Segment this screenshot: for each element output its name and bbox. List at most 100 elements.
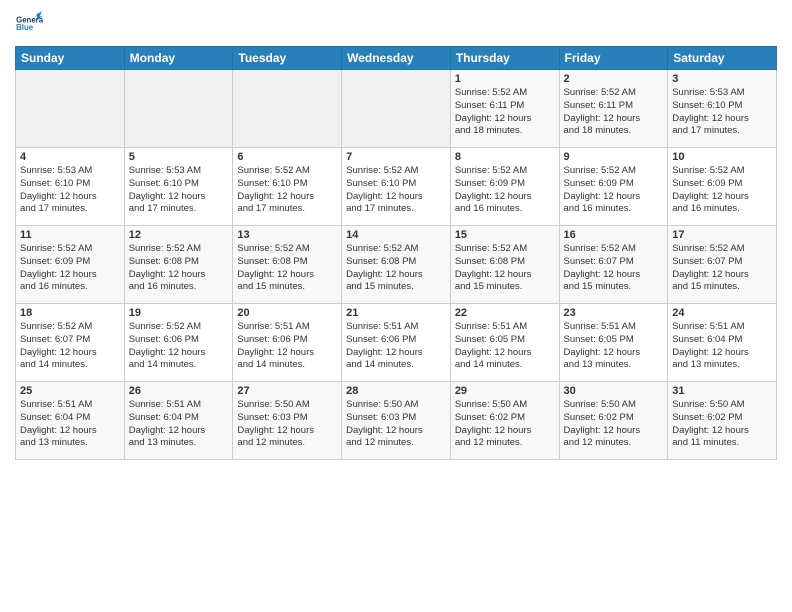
calendar-cell-w3-d3: 13Sunrise: 5:52 AM Sunset: 6:08 PM Dayli… — [233, 226, 342, 304]
day-info: Sunrise: 5:51 AM Sunset: 6:06 PM Dayligh… — [237, 321, 337, 372]
day-number: 29 — [455, 385, 555, 397]
day-info: Sunrise: 5:51 AM Sunset: 6:04 PM Dayligh… — [672, 321, 772, 372]
calendar-cell-w1-d2 — [124, 70, 233, 148]
calendar-cell-w1-d1 — [16, 70, 125, 148]
day-info: Sunrise: 5:52 AM Sunset: 6:09 PM Dayligh… — [455, 165, 555, 216]
calendar-cell-w2-d7: 10 Sunrise: 5:52 AM Sunset: 6:09 PM Dayli… — [668, 148, 777, 226]
day-number: 13 — [237, 229, 337, 241]
day-info: Sunrise: 5:52 AM Sunset: 6:08 PM Dayligh… — [129, 243, 229, 294]
weekday-tuesday: Tuesday — [233, 47, 342, 70]
day-info: Sunrise: 5:53 AM Sunset: 6:10 PM Dayligh… — [20, 165, 120, 216]
day-number: 12 — [129, 229, 229, 241]
day-number: 4 — [20, 151, 120, 163]
calendar-cell-w5-d3: 27Sunrise: 5:50 AM Sunset: 6:03 PM Dayli… — [233, 382, 342, 460]
day-number: 27 — [237, 385, 337, 397]
calendar-cell-w1-d6: 2Sunrise: 5:52 AM Sunset: 6:11 PM Daylig… — [559, 70, 668, 148]
calendar-cell-w2-d4: 7 Sunrise: 5:52 AM Sunset: 6:10 PM Daylig… — [342, 148, 451, 226]
day-number: 10 — [672, 151, 772, 163]
day-info: Sunrise: 5:51 AM Sunset: 6:04 PM Dayligh… — [129, 399, 229, 450]
calendar-cell-w5-d6: 30 Sunrise: 5:50 AM Sunset: 6:02 PM Dayli… — [559, 382, 668, 460]
calendar-cell-w3-d7: 17 Sunrise: 5:52 AM Sunset: 6:07 PM Dayli… — [668, 226, 777, 304]
day-number: 30 — [564, 385, 664, 397]
week-row-3: 11 Sunrise: 5:52 AM Sunset: 6:09 PM Dayli… — [16, 226, 777, 304]
calendar-cell-w4-d4: 21Sunrise: 5:51 AM Sunset: 6:06 PM Dayli… — [342, 304, 451, 382]
calendar-cell-w3-d5: 15Sunrise: 5:52 AM Sunset: 6:08 PM Dayli… — [450, 226, 559, 304]
calendar-cell-w1-d5: 1 Sunrise: 5:52 AM Sunset: 6:11 PM Daylig… — [450, 70, 559, 148]
day-number: 9 — [564, 151, 664, 163]
day-info: Sunrise: 5:53 AM Sunset: 6:10 PM Dayligh… — [129, 165, 229, 216]
day-info: Sunrise: 5:52 AM Sunset: 6:07 PM Dayligh… — [564, 243, 664, 294]
calendar-cell-w2-d1: 4 Sunrise: 5:53 AM Sunset: 6:10 PM Daylig… — [16, 148, 125, 226]
day-info: Sunrise: 5:52 AM Sunset: 6:09 PM Dayligh… — [20, 243, 120, 294]
day-info: Sunrise: 5:50 AM Sunset: 6:02 PM Dayligh… — [564, 399, 664, 450]
calendar-cell-w2-d5: 8 Sunrise: 5:52 AM Sunset: 6:09 PM Daylig… — [450, 148, 559, 226]
day-info: Sunrise: 5:51 AM Sunset: 6:05 PM Dayligh… — [455, 321, 555, 372]
calendar-cell-w1-d3 — [233, 70, 342, 148]
weekday-saturday: Saturday — [668, 47, 777, 70]
calendar-cell-w3-d2: 12 Sunrise: 5:52 AM Sunset: 6:08 PM Dayli… — [124, 226, 233, 304]
weekday-header-row: SundayMondayTuesdayWednesdayThursdayFrid… — [16, 47, 777, 70]
calendar-cell-w4-d2: 19 Sunrise: 5:52 AM Sunset: 6:06 PM Dayli… — [124, 304, 233, 382]
day-number: 7 — [346, 151, 446, 163]
calendar-cell-w5-d4: 28 Sunrise: 5:50 AM Sunset: 6:03 PM Dayli… — [342, 382, 451, 460]
calendar-cell-w5-d1: 25 Sunrise: 5:51 AM Sunset: 6:04 PM Dayli… — [16, 382, 125, 460]
svg-text:Blue: Blue — [16, 23, 34, 32]
day-number: 20 — [237, 307, 337, 319]
day-info: Sunrise: 5:52 AM Sunset: 6:09 PM Dayligh… — [672, 165, 772, 216]
week-row-4: 18 Sunrise: 5:52 AM Sunset: 6:07 PM Dayli… — [16, 304, 777, 382]
day-info: Sunrise: 5:51 AM Sunset: 6:04 PM Dayligh… — [20, 399, 120, 450]
weekday-friday: Friday — [559, 47, 668, 70]
calendar-cell-w1-d4 — [342, 70, 451, 148]
day-number: 25 — [20, 385, 120, 397]
calendar-cell-w4-d3: 20 Sunrise: 5:51 AM Sunset: 6:06 PM Dayli… — [233, 304, 342, 382]
weekday-sunday: Sunday — [16, 47, 125, 70]
day-info: Sunrise: 5:53 AM Sunset: 6:10 PM Dayligh… — [672, 87, 772, 138]
day-info: Sunrise: 5:52 AM Sunset: 6:06 PM Dayligh… — [129, 321, 229, 372]
weekday-monday: Monday — [124, 47, 233, 70]
calendar-cell-w3-d4: 14 Sunrise: 5:52 AM Sunset: 6:08 PM Dayli… — [342, 226, 451, 304]
day-info: Sunrise: 5:50 AM Sunset: 6:02 PM Dayligh… — [455, 399, 555, 450]
day-number: 8 — [455, 151, 555, 163]
calendar-cell-w3-d6: 16 Sunrise: 5:52 AM Sunset: 6:07 PM Dayli… — [559, 226, 668, 304]
calendar-cell-w5-d5: 29 Sunrise: 5:50 AM Sunset: 6:02 PM Dayli… — [450, 382, 559, 460]
day-number: 26 — [129, 385, 229, 397]
day-info: Sunrise: 5:51 AM Sunset: 6:05 PM Dayligh… — [564, 321, 664, 372]
day-number: 2 — [564, 73, 664, 85]
day-info: Sunrise: 5:50 AM Sunset: 6:03 PM Dayligh… — [346, 399, 446, 450]
day-number: 23 — [564, 307, 664, 319]
calendar-cell-w4-d7: 24 Sunrise: 5:51 AM Sunset: 6:04 PM Dayli… — [668, 304, 777, 382]
day-number: 19 — [129, 307, 229, 319]
day-info: Sunrise: 5:52 AM Sunset: 6:11 PM Dayligh… — [455, 87, 555, 138]
calendar-cell-w2-d6: 9 Sunrise: 5:52 AM Sunset: 6:09 PM Daylig… — [559, 148, 668, 226]
day-number: 18 — [20, 307, 120, 319]
calendar-cell-w3-d1: 11 Sunrise: 5:52 AM Sunset: 6:09 PM Dayli… — [16, 226, 125, 304]
day-number: 6 — [237, 151, 337, 163]
day-number: 5 — [129, 151, 229, 163]
weekday-wednesday: Wednesday — [342, 47, 451, 70]
week-row-5: 25 Sunrise: 5:51 AM Sunset: 6:04 PM Dayli… — [16, 382, 777, 460]
calendar-cell-w5-d7: 31Sunrise: 5:50 AM Sunset: 6:02 PM Dayli… — [668, 382, 777, 460]
day-info: Sunrise: 5:52 AM Sunset: 6:07 PM Dayligh… — [672, 243, 772, 294]
day-number: 24 — [672, 307, 772, 319]
day-number: 16 — [564, 229, 664, 241]
weekday-thursday: Thursday — [450, 47, 559, 70]
logo: General Blue — [15, 10, 43, 38]
page-container: General Blue SundayMondayTuesdayWednesda… — [0, 0, 792, 465]
day-number: 17 — [672, 229, 772, 241]
day-info: Sunrise: 5:52 AM Sunset: 6:07 PM Dayligh… — [20, 321, 120, 372]
calendar-cell-w5-d2: 26 Sunrise: 5:51 AM Sunset: 6:04 PM Dayli… — [124, 382, 233, 460]
calendar-cell-w1-d7: 3Sunrise: 5:53 AM Sunset: 6:10 PM Daylig… — [668, 70, 777, 148]
day-number: 1 — [455, 73, 555, 85]
day-number: 28 — [346, 385, 446, 397]
day-info: Sunrise: 5:52 AM Sunset: 6:10 PM Dayligh… — [346, 165, 446, 216]
calendar-cell-w2-d3: 6Sunrise: 5:52 AM Sunset: 6:10 PM Daylig… — [233, 148, 342, 226]
day-number: 14 — [346, 229, 446, 241]
week-row-1: 1 Sunrise: 5:52 AM Sunset: 6:11 PM Daylig… — [16, 70, 777, 148]
day-info: Sunrise: 5:52 AM Sunset: 6:09 PM Dayligh… — [564, 165, 664, 216]
page-header: General Blue — [15, 10, 777, 38]
day-number: 11 — [20, 229, 120, 241]
day-info: Sunrise: 5:52 AM Sunset: 6:08 PM Dayligh… — [346, 243, 446, 294]
day-info: Sunrise: 5:52 AM Sunset: 6:08 PM Dayligh… — [455, 243, 555, 294]
day-info: Sunrise: 5:50 AM Sunset: 6:02 PM Dayligh… — [672, 399, 772, 450]
day-info: Sunrise: 5:51 AM Sunset: 6:06 PM Dayligh… — [346, 321, 446, 372]
